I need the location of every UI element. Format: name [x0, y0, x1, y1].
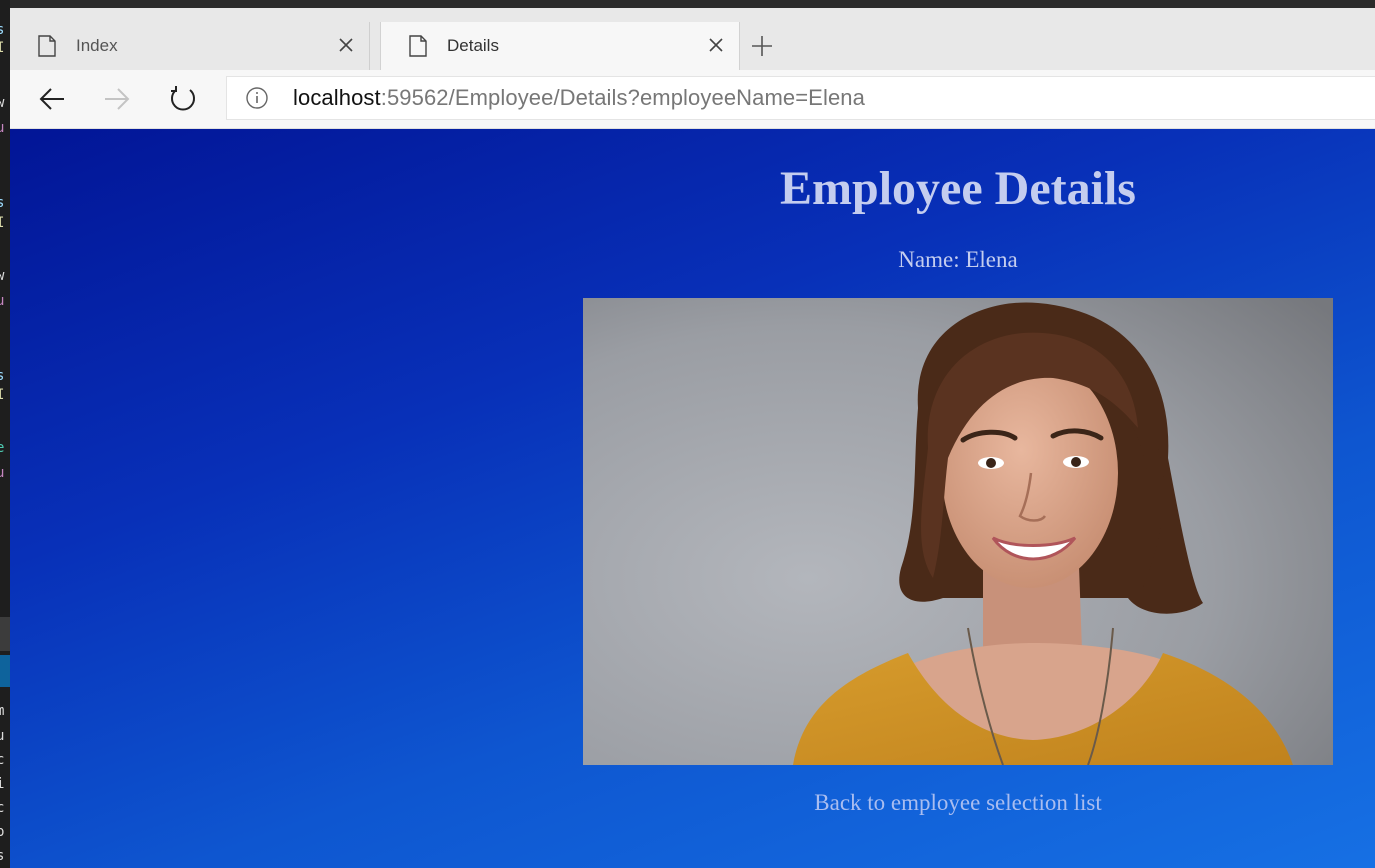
browser-window: Index Details localhost:59562/Employee/D…	[10, 8, 1375, 868]
back-to-list-link[interactable]: Back to employee selection list	[583, 790, 1333, 816]
tab-details[interactable]: Details	[380, 22, 740, 70]
forward-arrow-icon[interactable]	[102, 84, 132, 114]
tab-index[interactable]: Index	[10, 22, 370, 70]
editor-background: s I w u s I w u s I e u m u c i c p s	[0, 0, 10, 868]
browser-toolbar: localhost:59562/Employee/Details?employe…	[10, 70, 1375, 129]
close-icon[interactable]	[337, 36, 355, 54]
url-host: localhost	[293, 85, 381, 110]
tab-label: Details	[447, 36, 499, 55]
tab-strip: Index Details	[10, 8, 1375, 71]
url-text: localhost:59562/Employee/Details?employe…	[293, 85, 865, 111]
close-icon[interactable]	[707, 36, 725, 54]
url-path: :59562/Employee/Details?employeeName=Ele…	[380, 85, 865, 110]
page-content: Employee Details Name: Elena Back to emp…	[10, 129, 1375, 868]
employee-photo	[583, 298, 1333, 765]
back-arrow-icon[interactable]	[37, 84, 67, 114]
employee-name: Name: Elena	[898, 247, 1018, 272]
page-title: Employee Details	[780, 162, 1136, 215]
refresh-icon[interactable]	[168, 84, 198, 114]
tab-label: Index	[76, 36, 118, 55]
page-icon	[38, 35, 56, 57]
new-tab-icon[interactable]	[750, 34, 774, 58]
portrait-image	[583, 298, 1333, 765]
page-icon	[409, 35, 427, 57]
address-bar[interactable]: localhost:59562/Employee/Details?employe…	[226, 76, 1375, 120]
info-icon[interactable]	[245, 86, 269, 110]
